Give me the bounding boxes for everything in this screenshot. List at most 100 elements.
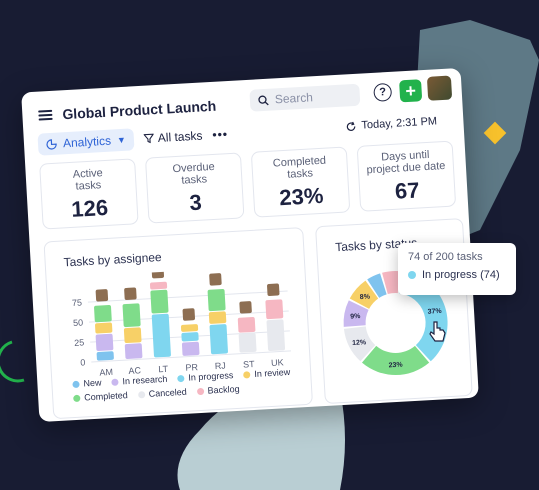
bar-segment (96, 351, 114, 361)
gridline (87, 290, 288, 303)
pie-chart-icon (46, 138, 57, 150)
legend-label: Backlog (207, 383, 240, 396)
more-options-button[interactable]: ••• (212, 127, 228, 142)
assignee-avatar (239, 301, 252, 314)
legend-item[interactable]: Completed (73, 390, 128, 403)
bar-segment (180, 324, 199, 332)
legend-item[interactable]: New (72, 378, 102, 390)
y-tick-label: 75 (72, 297, 83, 308)
legend-label: In progress (188, 370, 234, 383)
filter-icon (143, 133, 155, 144)
legend-label: Completed (83, 390, 128, 403)
legend-color-dot (73, 394, 81, 402)
refresh-icon[interactable] (345, 120, 357, 132)
toolbar: Analytics ▼ All tasks ••• (37, 123, 228, 156)
legend-item[interactable]: In research (111, 374, 168, 387)
bar-segment (181, 341, 200, 356)
stat-value: 23% (278, 182, 325, 211)
legend-color-dot (243, 370, 251, 379)
y-tick-label: 50 (73, 317, 84, 328)
legend-color-dot (111, 378, 119, 386)
x-tick-label: LT (158, 364, 169, 375)
donut-slice-label: 37% (427, 308, 442, 316)
legend-color-dot (177, 374, 185, 382)
donut-slice-label: 23% (388, 362, 403, 370)
assignee-avatar (95, 289, 109, 302)
bar-segment (123, 327, 142, 344)
stage: Global Product Launch Search ? + Analyti… (0, 0, 539, 490)
stat-days-until-due: Days until project due date 67 (356, 140, 457, 212)
legend-item[interactable]: In review (243, 367, 291, 380)
legend-color-dot (137, 390, 145, 398)
legend-item[interactable]: Backlog (196, 384, 240, 396)
stat-label: Days until project due date (366, 148, 446, 177)
assignee-avatar (267, 283, 280, 296)
header: Global Product Launch (38, 98, 217, 124)
search-placeholder: Search (274, 90, 314, 107)
all-tasks-label: All tasks (157, 128, 203, 145)
chart-tooltip: 74 of 200 tasks In progress (74) (398, 243, 516, 295)
bar-segment (266, 319, 286, 352)
user-avatar[interactable] (426, 75, 453, 101)
donut-slice-label: 12% (352, 339, 367, 347)
legend-label: Canceled (148, 386, 187, 399)
tooltip-status: In progress (74) (408, 269, 506, 281)
stat-label: Completed tasks (272, 154, 327, 181)
legend-label: In review (254, 366, 291, 379)
bar-segment (207, 289, 226, 312)
stat-value: 3 (188, 189, 203, 216)
bar-segment (181, 332, 199, 342)
all-tasks-filter[interactable]: All tasks (143, 128, 203, 145)
assignee-avatar (151, 265, 165, 279)
bar-segment (151, 313, 171, 358)
stat-label: Overdue tasks (172, 160, 216, 187)
y-tick-label: 25 (74, 337, 85, 348)
donut-slice-label: 8% (360, 294, 371, 302)
bar-segment (94, 304, 112, 323)
legend-color-dot (72, 380, 80, 388)
stat-completed-tasks: Completed tasks 23% (250, 146, 351, 218)
search-input[interactable]: Search (249, 83, 361, 112)
stat-value: 67 (394, 177, 421, 204)
assignee-avatar (209, 273, 222, 286)
stat-value: 126 (70, 194, 109, 222)
updated-time: Today, 2:31 PM (361, 115, 438, 132)
legend-item[interactable]: Canceled (137, 387, 187, 400)
assignee-avatar (182, 308, 196, 321)
legend-color-dot (196, 387, 204, 395)
x-tick-label: RJ (215, 361, 227, 372)
bar-segment (124, 343, 143, 360)
bar-segment (122, 303, 141, 328)
add-button[interactable]: + (399, 79, 423, 103)
bar-segment (238, 332, 257, 353)
bar-segment (149, 281, 168, 290)
stat-overdue-tasks: Overdue tasks 3 (144, 152, 245, 224)
stat-label: Active tasks (72, 167, 104, 193)
legend-item[interactable]: In progress (177, 370, 234, 383)
stat-active-tasks: Active tasks 126 (39, 158, 139, 230)
search-icon (258, 95, 269, 105)
panel-title: Tasks by assignee (63, 249, 162, 270)
legend-label: New (83, 377, 102, 389)
bar-segment (95, 333, 114, 352)
y-tick-label: 0 (80, 357, 86, 367)
analytics-dropdown[interactable]: Analytics ▼ (37, 128, 135, 156)
tasks-by-assignee-panel: Tasks by assignee 0 25 50 75 AM AC LT PR RJ ST UK … (43, 227, 314, 420)
chevron-down-icon: ▼ (116, 134, 127, 146)
analytics-label: Analytics (62, 133, 112, 151)
hand-cursor-icon (429, 321, 446, 342)
donut-slice-label: 9% (350, 313, 361, 321)
tooltip-status-label: In progress (74) (422, 269, 500, 281)
hamburger-menu-icon[interactable] (38, 109, 53, 121)
last-updated: Today, 2:31 PM (345, 115, 437, 132)
page-title: Global Product Launch (61, 97, 217, 123)
bar-segment (208, 311, 227, 324)
status-color-dot (408, 271, 416, 279)
bar-segment (237, 316, 256, 333)
bar-segment (95, 322, 113, 334)
bar-segment (209, 324, 228, 355)
assignee-avatar (124, 287, 137, 300)
legend-label: In research (122, 373, 168, 387)
tooltip-count: 74 of 200 tasks (408, 251, 483, 263)
help-button[interactable]: ? (373, 82, 393, 102)
